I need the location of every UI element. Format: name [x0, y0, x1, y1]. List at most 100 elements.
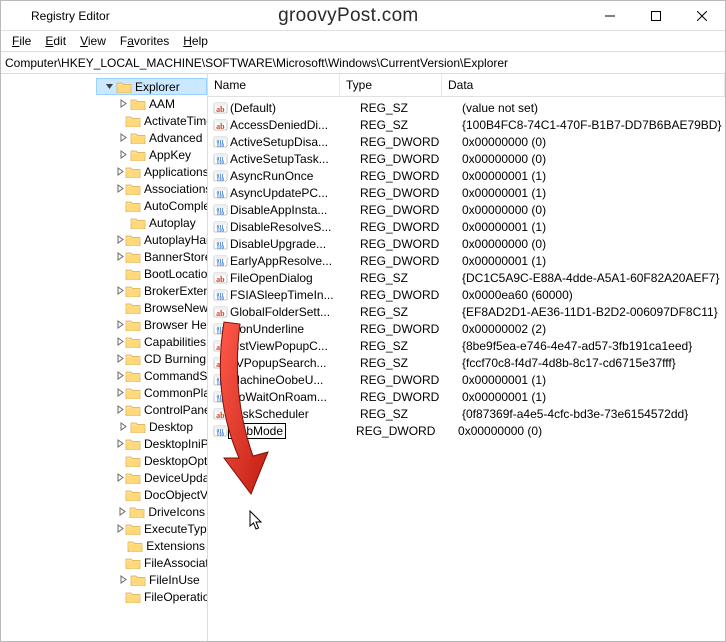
tree-item[interactable]: BrowseNewProcess [110, 299, 207, 316]
chevron-right-icon[interactable] [116, 471, 125, 485]
list-body[interactable]: (Default)REG_SZ(value not set)AccessDeni… [208, 97, 725, 439]
tree-item[interactable]: Associations [110, 180, 207, 197]
chevron-right-icon[interactable] [116, 369, 125, 383]
reg-sz-icon [212, 117, 228, 133]
menu-view[interactable]: View [73, 32, 113, 50]
tree-item-label: ExecuteTypeDelegation [144, 522, 208, 536]
chevron-down-icon[interactable] [102, 80, 116, 94]
folder-icon [127, 539, 143, 553]
chevron-right-icon[interactable] [116, 352, 125, 366]
column-header-data[interactable]: Data [442, 74, 725, 96]
close-button[interactable] [679, 1, 725, 30]
tree-pane[interactable]: Explorer AAMActivateTimerAdvancedAppKeyA… [1, 74, 208, 641]
list-row[interactable]: IconUnderlineREG_DWORD0x00000002 (2) [208, 320, 725, 337]
list-row[interactable]: FileOpenDialogREG_SZ{DC1C5A9C-E88A-4dde-… [208, 269, 725, 286]
tree-item[interactable]: AutoplayHandlers [110, 231, 207, 248]
tree-item[interactable]: AutoComplete [110, 197, 207, 214]
tree-item[interactable]: DeviceUpdate [110, 469, 207, 486]
chevron-right-icon[interactable] [116, 250, 125, 264]
minimize-button[interactable] [587, 1, 633, 30]
tree-item[interactable]: Autoplay [110, 214, 207, 231]
registry-editor-window: Registry Editor groovyPost.com File Edit… [0, 0, 726, 642]
menu-help[interactable]: Help [176, 32, 215, 50]
value-data: 0x00000002 (2) [458, 322, 725, 336]
list-row[interactable]: DisableAppInsta...REG_DWORD0x00000000 (0… [208, 201, 725, 218]
tree-item[interactable]: AppKey [110, 146, 207, 163]
address-bar[interactable]: Computer\HKEY_LOCAL_MACHINE\SOFTWARE\Mic… [1, 51, 725, 74]
chevron-right-icon[interactable] [116, 318, 125, 332]
chevron-right-icon[interactable] [116, 284, 125, 298]
reg-dword-icon [212, 219, 228, 235]
chevron-right-icon[interactable] [116, 573, 130, 587]
list-row[interactable]: ListViewPopupC...REG_SZ{8be9f5ea-e746-4e… [208, 337, 725, 354]
tree-item[interactable]: BootLocations [110, 265, 207, 282]
tree-item-explorer[interactable]: Explorer [96, 78, 207, 95]
value-data: {0f87369f-a4e5-4cfc-bd3e-73e6154572dd} [458, 407, 725, 421]
tree-item[interactable]: Desktop [110, 418, 207, 435]
list-row[interactable]: DisableResolveS...REG_DWORD0x00000001 (1… [208, 218, 725, 235]
tree-item[interactable]: ControlPanel [110, 401, 207, 418]
chevron-right-icon[interactable] [116, 131, 130, 145]
column-header-type[interactable]: Type [340, 74, 442, 96]
tree-item[interactable]: BrokerExtensions [110, 282, 207, 299]
tree-item[interactable]: FileAssociation [110, 554, 207, 571]
chevron-right-icon[interactable] [116, 505, 129, 519]
value-type: REG_SZ [356, 356, 458, 370]
menu-file[interactable]: File [5, 32, 38, 50]
tree-item[interactable]: DesktopOptimization [110, 452, 207, 469]
list-row[interactable]: NoWaitOnRoam...REG_DWORD0x00000001 (1) [208, 388, 725, 405]
chevron-right-icon[interactable] [116, 97, 130, 111]
folder-icon [125, 250, 141, 264]
tree-item-label: DesktopIniPropertyMap [144, 437, 208, 451]
chevron-right-icon[interactable] [116, 437, 125, 451]
list-row[interactable]: DisableUpgrade...REG_DWORD0x00000000 (0) [208, 235, 725, 252]
tree-item[interactable]: DriveIcons [110, 503, 207, 520]
value-name: ActiveSetupTask... [228, 152, 356, 166]
list-row[interactable]: TaskSchedulerREG_SZ{0f87369f-a4e5-4cfc-b… [208, 405, 725, 422]
tree-item[interactable]: Applications [110, 163, 207, 180]
maximize-button[interactable] [633, 1, 679, 30]
list-row[interactable]: GlobalFolderSett...REG_SZ{EF8AD2D1-AE36-… [208, 303, 725, 320]
chevron-right-icon[interactable] [116, 165, 125, 179]
chevron-right-icon[interactable] [116, 420, 130, 434]
tree-item[interactable]: CommonPlaces [110, 384, 207, 401]
column-header-name[interactable]: Name [208, 74, 340, 96]
chevron-right-icon[interactable] [116, 233, 125, 247]
list-row[interactable]: (Default)REG_SZ(value not set) [208, 99, 725, 116]
tree-item[interactable]: BannerStore [110, 248, 207, 265]
tree-item[interactable]: AAM [110, 95, 207, 112]
list-row[interactable]: FSIASleepTimeIn...REG_DWORD0x0000ea60 (6… [208, 286, 725, 303]
chevron-right-icon[interactable] [116, 403, 125, 417]
list-row[interactable]: MachineOobeU...REG_DWORD0x00000001 (1) [208, 371, 725, 388]
value-data: 0x00000000 (0) [458, 237, 725, 251]
tree-item[interactable]: Capabilities [110, 333, 207, 350]
tree-item[interactable]: FileInUse [110, 571, 207, 588]
tree-item[interactable]: FileOperations [110, 588, 207, 605]
list-row[interactable]: AsyncUpdatePC...REG_DWORD0x00000001 (1) [208, 184, 725, 201]
tree-item[interactable]: DesktopIniPropertyMap [110, 435, 207, 452]
tree-item[interactable]: DocObjectView [110, 486, 207, 503]
chevron-right-icon[interactable] [116, 335, 125, 349]
tree-item[interactable]: CD Burning [110, 350, 207, 367]
tree-item-label: BrowseNewProcess [144, 301, 208, 315]
chevron-right-icon[interactable] [116, 182, 125, 196]
tree-item[interactable]: Extensions [110, 537, 207, 554]
menu-edit[interactable]: Edit [38, 32, 73, 50]
value-name-edit-input[interactable]: HubMode [228, 423, 286, 439]
list-row[interactable]: LVPopupSearch...REG_SZ{fccf70c8-f4d7-4d8… [208, 354, 725, 371]
list-row[interactable]: AsyncRunOnceREG_DWORD0x00000001 (1) [208, 167, 725, 184]
list-row[interactable]: EarlyAppResolve...REG_DWORD0x00000001 (1… [208, 252, 725, 269]
tree-item[interactable]: Advanced [110, 129, 207, 146]
tree-item[interactable]: ExecuteTypeDelegation [110, 520, 207, 537]
tree-item[interactable]: ActivateTimer [110, 112, 207, 129]
menu-favorites[interactable]: Favorites [113, 32, 176, 50]
list-row[interactable]: AccessDeniedDi...REG_SZ{100B4FC8-74C1-47… [208, 116, 725, 133]
list-row[interactable]: ActiveSetupTask...REG_DWORD0x00000000 (0… [208, 150, 725, 167]
chevron-right-icon[interactable] [116, 148, 130, 162]
chevron-right-icon[interactable] [116, 522, 125, 536]
list-row[interactable]: HubModeREG_DWORD0x00000000 (0) [208, 422, 725, 439]
tree-item[interactable]: Browser Helper Objects [110, 316, 207, 333]
chevron-right-icon[interactable] [116, 386, 125, 400]
tree-item[interactable]: CommandStore [110, 367, 207, 384]
list-row[interactable]: ActiveSetupDisa...REG_DWORD0x00000000 (0… [208, 133, 725, 150]
